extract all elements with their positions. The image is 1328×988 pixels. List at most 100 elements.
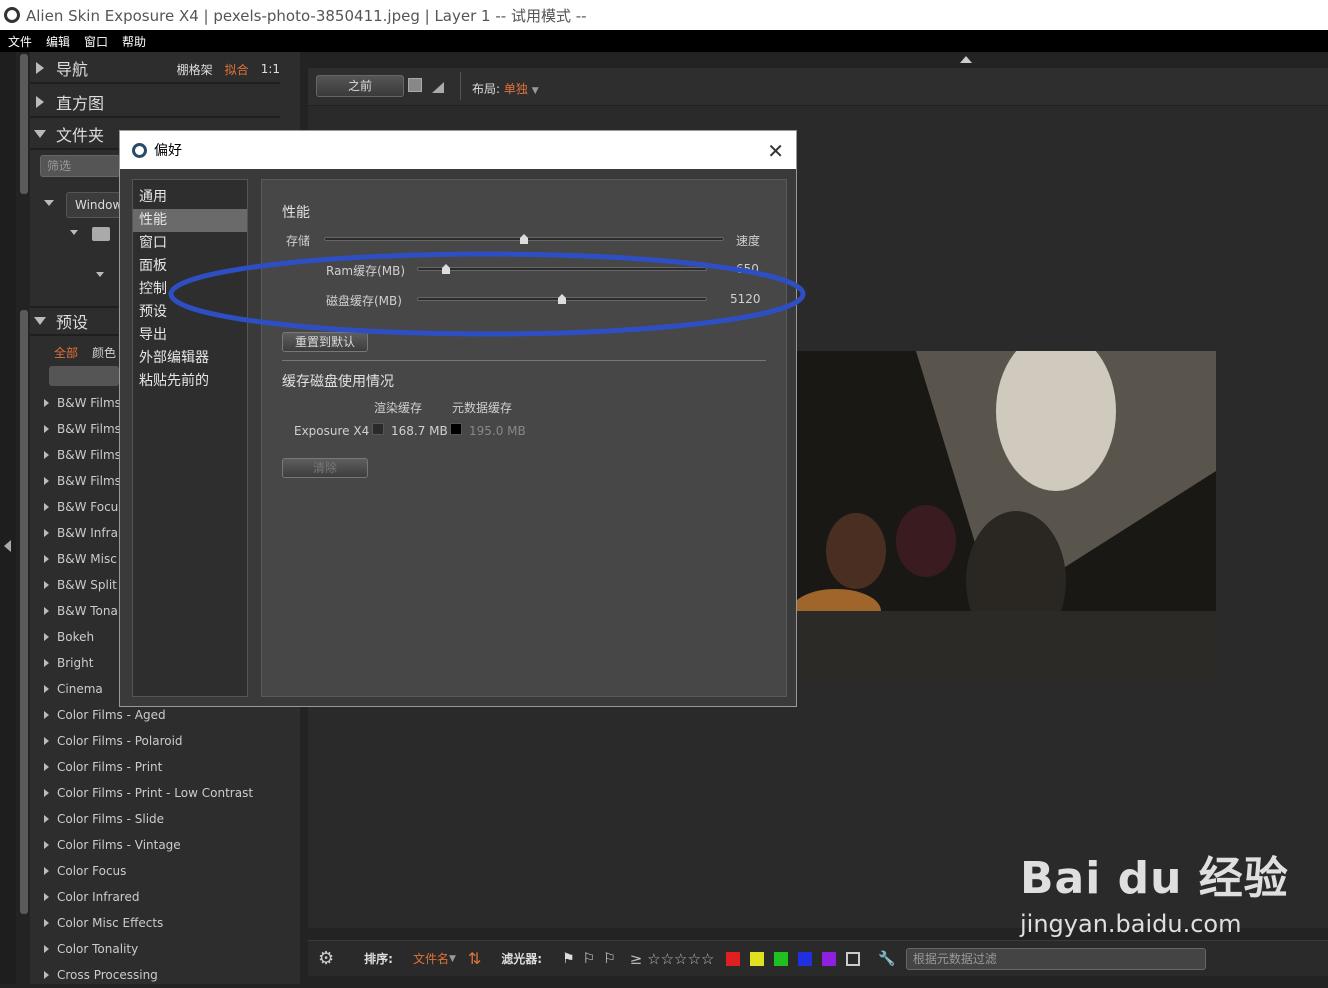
menu-window[interactable]: 窗口 (84, 33, 108, 50)
preset-scrollbar[interactable] (20, 310, 28, 914)
drive-item[interactable]: Windows (66, 192, 126, 218)
expand-icon (44, 971, 49, 979)
before-button[interactable]: 之前 (316, 75, 404, 97)
storage-label: 存储 (286, 234, 311, 248)
expand-icon (44, 815, 49, 823)
collapse-icon (34, 317, 46, 325)
nav-general[interactable]: 通用 (133, 186, 247, 209)
photo-preview[interactable] (796, 351, 1216, 684)
dropdown-icon[interactable]: ▼ (449, 954, 456, 964)
preset-item[interactable]: Color Films - Print (40, 754, 276, 780)
metadata-cache-swatch (450, 423, 462, 435)
zoom-1to1[interactable]: 1:1 (261, 62, 280, 76)
star-rating-filter[interactable]: ≥ ☆☆☆☆☆ (630, 950, 715, 968)
navigator-header[interactable]: 导航 棚格架 拟合 1:1 (30, 54, 280, 84)
expand-icon (44, 685, 49, 693)
collapse-icon[interactable] (70, 230, 78, 235)
preset-item[interactable]: Color Infrared (40, 884, 276, 910)
preset-item-label: B&W Films (57, 474, 121, 488)
sort-direction-icon[interactable]: ⇅ (468, 949, 481, 968)
render-cache-value: 168.7 MB (391, 424, 448, 438)
expand-icon (44, 711, 49, 719)
preset-tab-all[interactable]: 全部 (54, 344, 78, 361)
preset-tabs: 全部 颜色 (54, 344, 116, 361)
preset-item-label: Color Infrared (57, 890, 140, 904)
performance-slider-thumb[interactable] (520, 234, 528, 244)
folders-label: 文件夹 (56, 126, 105, 145)
collapse-top-icon[interactable] (960, 56, 972, 63)
green-label-swatch[interactable] (774, 951, 789, 966)
dialog-title: 偏好 (154, 143, 182, 159)
clear-cache-button[interactable]: 清除 (282, 458, 368, 478)
layout-value: 单独 (503, 82, 528, 96)
nav-performance[interactable]: 性能 (133, 209, 247, 232)
performance-heading: 性能 (282, 205, 310, 221)
collapse-left-icon[interactable] (4, 540, 11, 552)
collapse-icon[interactable] (44, 200, 54, 206)
preset-item[interactable]: Color Films - Polaroid (40, 728, 276, 754)
split-view-icon[interactable] (430, 80, 446, 94)
layout-selector[interactable]: 布局: 单独 ▼ (472, 80, 539, 97)
wrench-icon[interactable]: 🔧 (878, 951, 895, 967)
preset-item-label: Color Films - Slide (57, 812, 165, 826)
preset-item-label: Bright (57, 656, 94, 670)
menu-edit[interactable]: 编辑 (46, 33, 70, 50)
collapse-icon[interactable] (96, 272, 104, 277)
left-collapse-strip[interactable] (0, 52, 16, 984)
blue-label-swatch[interactable] (798, 951, 813, 966)
histogram-header[interactable]: 直方图 (30, 88, 280, 118)
expand-icon (44, 529, 49, 537)
preset-item[interactable]: Color Tonality (40, 936, 276, 962)
preset-item-label: Color Misc Effects (57, 916, 164, 930)
expand-icon (44, 581, 49, 589)
zoom-fit[interactable]: 拟合 (225, 61, 249, 78)
expand-icon (44, 555, 49, 563)
preset-item-label: Color Focus (57, 864, 127, 878)
red-label-swatch[interactable] (726, 951, 741, 966)
panel-scrollbar[interactable] (20, 54, 28, 194)
view-toolbar (308, 68, 1328, 106)
folder-icon[interactable] (92, 227, 110, 241)
preset-search-input[interactable] (49, 366, 119, 386)
flag-icon[interactable]: ⚑ (562, 951, 575, 967)
close-icon[interactable]: ✕ (767, 139, 784, 163)
cache-usage-heading: 缓存磁盘使用情况 (282, 374, 394, 390)
render-cache-swatch (372, 423, 384, 435)
yellow-label-swatch[interactable] (750, 951, 765, 966)
preset-item[interactable]: Color Films - Print - Low Contrast (40, 780, 276, 806)
watermark-url: jingyan.baidu.com (1020, 910, 1242, 938)
preset-item[interactable]: Color Films - Vintage (40, 832, 276, 858)
expand-icon (44, 451, 49, 459)
preset-item-label: B&W Films (57, 422, 121, 436)
unflag-icon[interactable]: ⚐ (603, 951, 616, 967)
preset-item-label: B&W Films (57, 448, 121, 462)
expand-icon (44, 425, 49, 433)
compare-square-icon[interactable] (408, 78, 422, 92)
preset-item-label: Color Films - Polaroid (57, 734, 183, 748)
gear-icon[interactable]: ⚙ (318, 948, 334, 969)
preset-tab-color[interactable]: 颜色 (92, 344, 116, 361)
nav-external-editor[interactable]: 外部编辑器 (133, 347, 247, 370)
reject-flag-icon[interactable]: ⚐ (583, 951, 596, 967)
nav-paste-previous[interactable]: 粘贴先前的 (133, 370, 247, 393)
histogram-label: 直方图 (56, 94, 105, 113)
preset-item-label: B&W Films (57, 396, 121, 410)
toolbar-divider (460, 72, 461, 100)
preset-item[interactable]: Color Misc Effects (40, 910, 276, 936)
preset-item-label: B&W Focus (57, 500, 125, 514)
folder-filter-input[interactable]: 筛选 (40, 155, 120, 177)
no-label-swatch[interactable] (846, 951, 861, 966)
menu-file[interactable]: 文件 (8, 33, 32, 50)
expand-icon (44, 399, 49, 407)
zoom-grid[interactable]: 棚格架 (177, 61, 213, 78)
preset-item[interactable]: Color Focus (40, 858, 276, 884)
expand-icon (44, 841, 49, 849)
purple-label-swatch[interactable] (822, 951, 837, 966)
sort-value[interactable]: 文件名 (413, 950, 449, 967)
preset-item-label: B&W Split T (57, 578, 129, 592)
preset-item[interactable]: Color Films - Slide (40, 806, 276, 832)
cache-row-label: Exposure X4 (294, 424, 370, 438)
preset-item[interactable]: Cross Processing (40, 962, 276, 988)
expand-icon (44, 607, 49, 615)
menu-help[interactable]: 帮助 (122, 33, 146, 50)
